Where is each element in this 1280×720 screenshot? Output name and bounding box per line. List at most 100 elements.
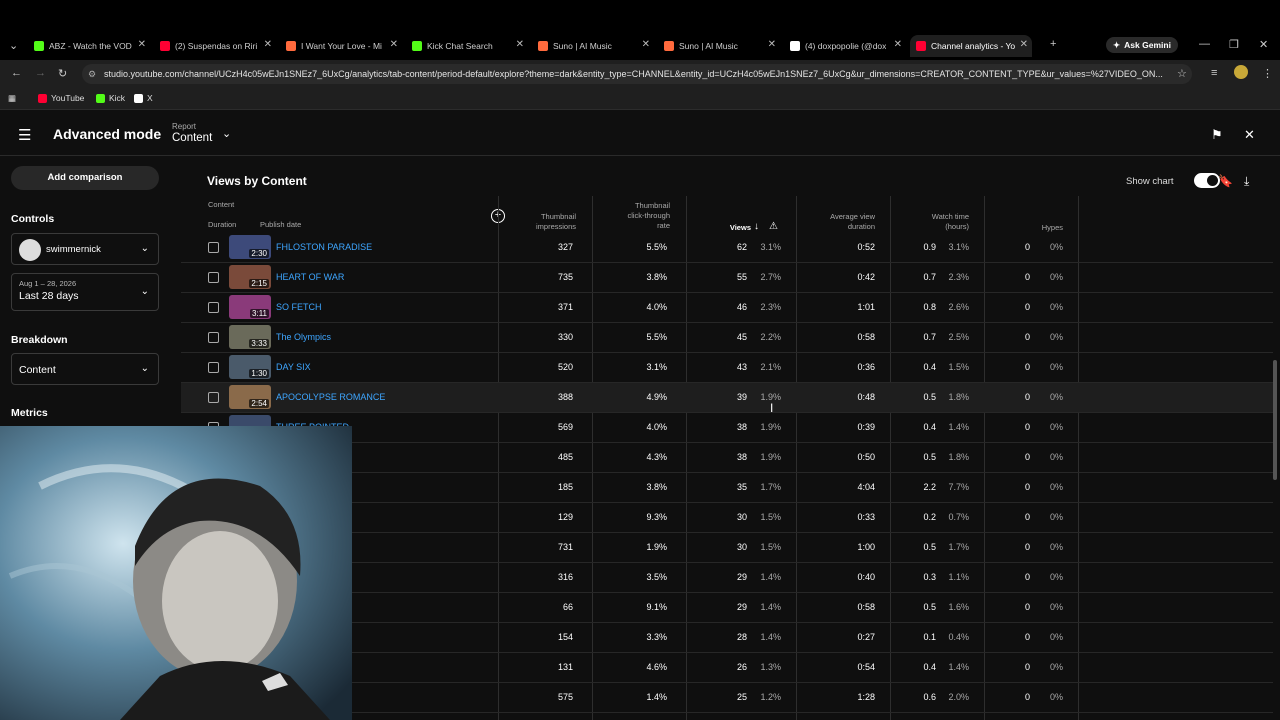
table-row[interactable]: 2:30 FHLOSTON PARADISE 327 5.5% 62 3.1% 0:52 0.… — [181, 233, 1273, 263]
tab-close-icon[interactable]: ✕ — [390, 39, 398, 50]
browser-menu-icon[interactable]: ⋮ — [1262, 67, 1273, 80]
cell-impr: 569 — [557, 422, 573, 432]
breakdown-select[interactable]: Content ⌄ — [11, 353, 159, 385]
media-controls-icon[interactable]: ≡ — [1211, 67, 1217, 79]
profile-avatar[interactable] — [1234, 65, 1248, 79]
cell-wpct: 1.4% — [948, 422, 969, 432]
address-bar-row: ← → ↻ ⚙ studio.youtube.com/channel/UCzH4… — [0, 60, 1280, 88]
browser-tab[interactable]: Channel analytics - Yo ✕ — [910, 35, 1032, 57]
webcam-overlay — [0, 426, 352, 720]
bookmark-item[interactable]: Kick — [96, 93, 125, 103]
cell-ctr: 3.8% — [646, 272, 667, 282]
video-title-link[interactable]: DAY SIX — [276, 362, 311, 372]
table-row[interactable]: 2:15 HEART OF WAR 735 3.8% 55 2.7% 0:42 0.7 2.3%… — [181, 263, 1273, 293]
duration-column-header[interactable]: Duration — [208, 220, 236, 230]
table-title: Views by Content — [207, 174, 307, 188]
video-title-link[interactable]: HEART OF WAR — [276, 272, 344, 282]
tab-close-icon[interactable]: ✕ — [138, 39, 146, 50]
sort-descending-icon[interactable]: ↓ — [754, 222, 759, 232]
video-thumbnail[interactable]: 2:54 — [229, 385, 271, 409]
forward-icon[interactable]: → — [35, 67, 46, 79]
row-checkbox[interactable] — [208, 392, 219, 403]
tab-close-icon[interactable]: ✕ — [768, 39, 776, 50]
video-title-link[interactable]: The Olympics — [276, 332, 331, 342]
channel-select[interactable]: swimmernick ⌄ — [11, 233, 159, 265]
close-icon[interactable]: ✕ — [1244, 127, 1255, 143]
publish-date-column-header[interactable]: Publish date — [260, 220, 301, 230]
feedback-icon[interactable]: ⚑ — [1211, 127, 1223, 143]
video-thumbnail[interactable]: 2:30 — [229, 235, 271, 259]
table-row[interactable]: 2:54 APOCOLYPSE ROMANCE 388 4.9% 39 1.9% 0:48 0… — [181, 383, 1273, 413]
cell-hpct: 0% — [1049, 512, 1063, 522]
browser-tab[interactable]: I Want Your Love - Mi ✕ — [280, 35, 402, 57]
row-checkbox[interactable] — [208, 332, 219, 343]
new-tab-icon[interactable]: + — [1050, 38, 1056, 50]
row-checkbox[interactable] — [208, 242, 219, 253]
tab-close-icon[interactable]: ✕ — [264, 39, 272, 50]
video-duration: 2:15 — [249, 279, 269, 288]
row-checkbox[interactable] — [208, 302, 219, 313]
restore-icon[interactable]: ❐ — [1229, 38, 1239, 51]
download-icon[interactable]: ⤓ — [1244, 174, 1249, 189]
cell-wt: 0.7 — [923, 332, 936, 342]
show-chart-toggle[interactable] — [1194, 173, 1220, 188]
bookmark-label: Kick — [109, 93, 126, 103]
avd-column-header[interactable]: Average view duration — [801, 212, 875, 232]
video-title-link[interactable]: APOCOLYPSE ROMANCE — [276, 392, 385, 402]
reload-icon[interactable]: ↻ — [58, 67, 67, 80]
browser-tab[interactable]: Suno | AI Music ✕ — [658, 35, 780, 57]
tab-close-icon[interactable]: ✕ — [642, 39, 650, 50]
browser-tab[interactable]: ABZ - Watch the VOD ✕ — [28, 35, 150, 57]
url-field[interactable]: ⚙ studio.youtube.com/channel/UCzH4c05wEJ… — [82, 64, 1192, 84]
hamburger-menu-icon[interactable]: ☰ — [18, 126, 31, 144]
tab-search-icon[interactable]: ⌄ — [9, 39, 18, 52]
breakdown-value: Content — [19, 364, 56, 376]
save-report-icon[interactable]: 🔖 — [1218, 174, 1233, 188]
browser-tab[interactable]: Kick Chat Search ✕ — [406, 35, 528, 57]
bookmark-item[interactable]: X — [134, 93, 153, 103]
watch-time-column-header[interactable]: Watch time (hours) — [893, 212, 969, 232]
tab-close-icon[interactable]: ✕ — [894, 39, 902, 50]
minimize-icon[interactable]: — — [1199, 38, 1210, 50]
table-row[interactable]: 3:33 The Olympics 330 5.5% 45 2.2% 0:58 0.7 2.5%… — [181, 323, 1273, 353]
hypes-column-header[interactable]: Hypes — [1011, 223, 1063, 233]
ask-gemini-button[interactable]: ✦ Ask Gemini — [1106, 37, 1178, 53]
cell-views: 45 — [736, 332, 747, 342]
tab-close-icon[interactable]: ✕ — [516, 39, 524, 50]
date-range-select[interactable]: Aug 1 – 28, 2026 Last 28 days ⌄ — [11, 273, 159, 311]
chevron-down-icon[interactable]: ⌄ — [222, 127, 231, 140]
apps-grid-icon[interactable]: ▦ — [8, 93, 16, 104]
table-row[interactable]: 3:11 SO FETCH 371 4.0% 46 2.3% 1:01 0.8 2.6% 0 0% — [181, 293, 1273, 323]
cell-avd: 1:01 — [857, 302, 875, 312]
ctr-column-header[interactable]: Thumbnail click-through rate — [595, 201, 670, 231]
close-window-icon[interactable]: ✕ — [1259, 38, 1268, 51]
table-row[interactable]: 1:30 DAY SIX 520 3.1% 43 2.1% 0:36 0.4 1.5% 0 0% — [181, 353, 1273, 383]
row-checkbox[interactable] — [208, 272, 219, 283]
video-thumbnail[interactable]: 1:30 — [229, 355, 271, 379]
cell-wpct: 1.1% — [948, 572, 969, 582]
scrollbar[interactable] — [1273, 360, 1277, 480]
warning-icon[interactable]: ⚠ — [769, 222, 778, 232]
bookmark-item[interactable]: YouTube — [38, 93, 84, 103]
bookmark-star-icon[interactable]: ☆ — [1177, 67, 1187, 80]
tab-close-icon[interactable]: ✕ — [1020, 39, 1028, 50]
cell-hypes: 0 — [1024, 272, 1030, 282]
cell-wpct: 0.7% — [948, 512, 969, 522]
add-comparison-button[interactable]: Add comparison — [11, 166, 159, 190]
views-column-header[interactable]: Views — [701, 223, 751, 233]
video-thumbnail[interactable]: 2:15 — [229, 265, 271, 289]
video-title-link[interactable]: FHLOSTON PARADISE — [276, 242, 372, 252]
video-thumbnail[interactable]: 3:33 — [229, 325, 271, 349]
browser-tab[interactable]: (2) Suspendas on Riri ✕ — [154, 35, 276, 57]
cell-wt: 0.5 — [923, 602, 936, 612]
cell-impr: 327 — [557, 242, 573, 252]
site-info-icon[interactable]: ⚙ — [88, 64, 96, 84]
video-title-link[interactable]: SO FETCH — [276, 302, 322, 312]
back-icon[interactable]: ← — [11, 67, 22, 79]
browser-tab[interactable]: (4) doxpopolie (@dox ✕ — [784, 35, 906, 57]
impressions-column-header[interactable]: Thumbnail impressions — [501, 212, 576, 232]
report-select[interactable]: Content — [172, 132, 212, 144]
browser-tab[interactable]: Suno | AI Music ✕ — [532, 35, 654, 57]
video-thumbnail[interactable]: 3:11 — [229, 295, 271, 319]
row-checkbox[interactable] — [208, 362, 219, 373]
